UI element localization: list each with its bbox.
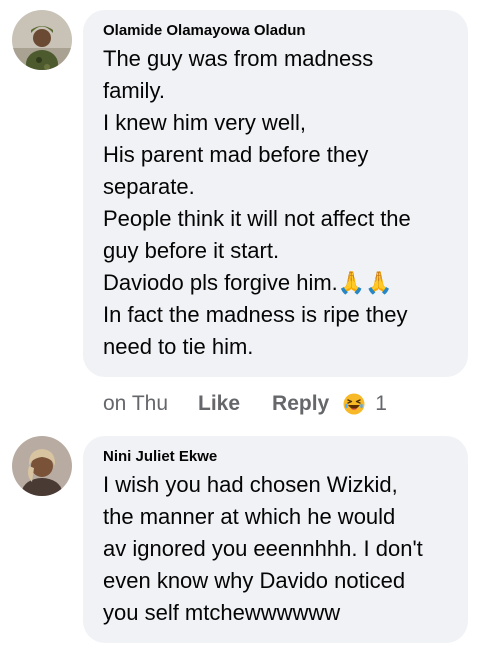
reaction-count: 1 xyxy=(375,392,387,415)
comment-line: People think it will not affect the xyxy=(103,206,411,231)
comment-author[interactable]: Nini Juliet Ekwe xyxy=(103,448,450,466)
avatar[interactable] xyxy=(12,436,72,496)
comment-bubble: Nini Juliet Ekwe I wish you had chosen W… xyxy=(83,436,468,643)
reaction-summary[interactable]: 1 xyxy=(343,392,387,416)
comment-text: I wish you had chosen Wizkid, the manner… xyxy=(103,469,450,629)
like-button[interactable]: Like xyxy=(198,392,240,416)
comment-line: separate. xyxy=(103,174,195,199)
comment-text: The guy was from madness family. I knew … xyxy=(103,43,450,363)
comment-author[interactable]: Olamide Olamayowa Oladun xyxy=(103,22,450,40)
comment-line: In fact the madness is ripe they xyxy=(103,302,408,327)
comment-line: av ignored you eeennhhh. I don't xyxy=(103,536,423,561)
comment-line: guy before it start. xyxy=(103,238,280,263)
comment-line: family. xyxy=(103,78,165,103)
comment-line: Daviodo pls forgive him.🙏🙏 xyxy=(103,270,393,295)
reply-button[interactable]: Reply xyxy=(272,392,329,416)
comment-actions: on Thu Like Reply 1 xyxy=(103,388,387,420)
avatar[interactable] xyxy=(12,10,72,70)
comment-line: I knew him very well, xyxy=(103,110,306,135)
comment-bubble: Olamide Olamayowa Oladun The guy was fro… xyxy=(83,10,468,377)
laughing-emoji-icon xyxy=(343,393,365,415)
comment-line: you self mtchewwwwww xyxy=(103,600,341,625)
comment-line: need to tie him. xyxy=(103,334,254,359)
comment-line: even know why Davido noticed xyxy=(103,568,406,593)
comment-line: the manner at which he would xyxy=(103,504,396,529)
comment-line: The guy was from madness xyxy=(103,46,374,71)
comment-timestamp[interactable]: on Thu xyxy=(103,392,168,416)
comment-line: I wish you had chosen Wizkid, xyxy=(103,472,398,497)
comment-line: His parent mad before they xyxy=(103,142,369,167)
